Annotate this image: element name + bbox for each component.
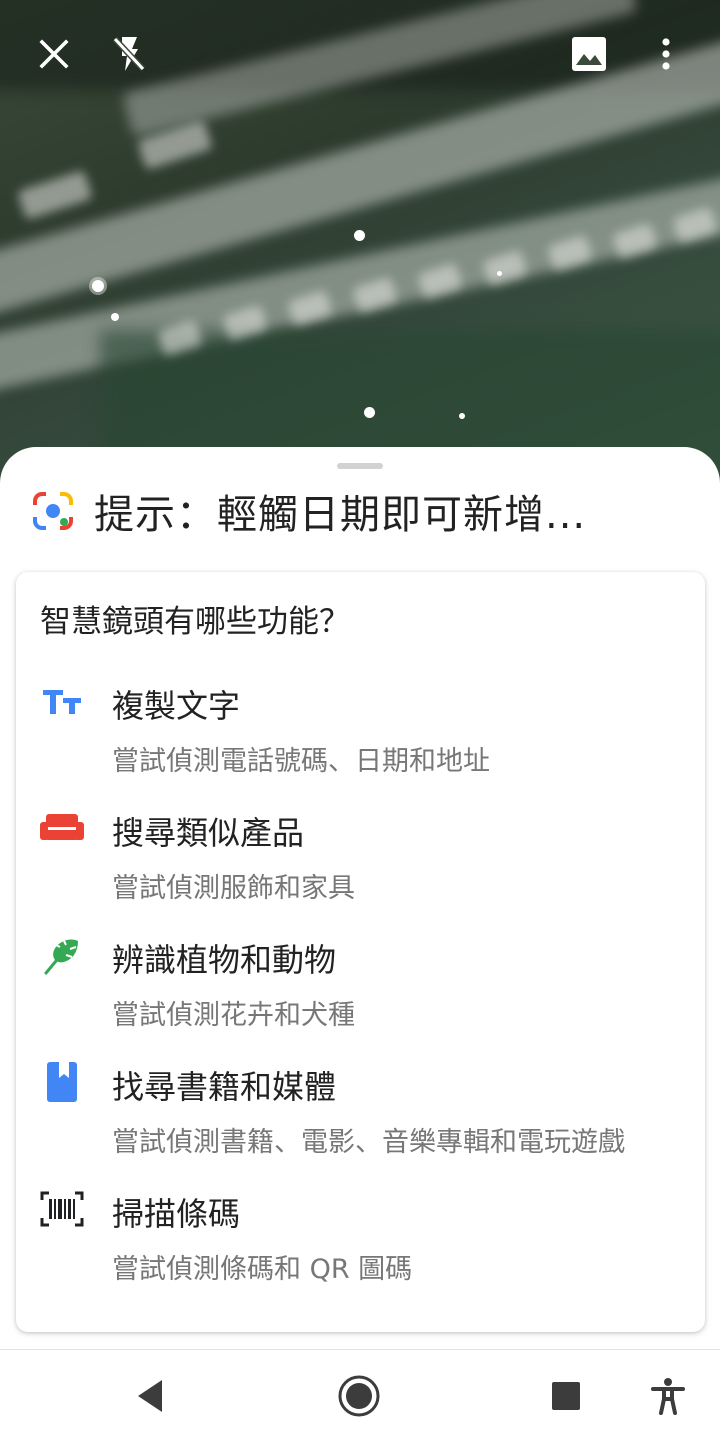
detection-dot [459,413,465,419]
book-icon [38,1058,86,1106]
detection-dot [92,280,104,292]
feature-desc: 嘗試偵測條碼和 QR 圖碼 [112,1254,413,1285]
feature-title: 掃描條碼 [112,1195,241,1233]
leaf-icon [38,931,86,979]
feature-plants-animals[interactable]: 辨識植物和動物 嘗試偵測花卉和犬種 [16,931,705,1041]
accessibility-icon[interactable] [642,1370,694,1422]
camera-viewfinder[interactable] [0,0,720,480]
image-icon[interactable] [565,30,613,78]
sofa-icon [38,804,86,852]
feature-desc: 嘗試偵測花卉和犬種 [112,1000,355,1031]
detection-dot [111,313,119,321]
feature-desc: 嘗試偵測書籍、電影、音樂專輯和電玩遊戲 [112,1127,625,1158]
bottom-sheet[interactable]: 提示：輕觸日期即可新增... 智慧鏡頭有哪些功能？ 複製文字 嘗試偵測電話號碼、… [0,447,720,1349]
feature-title: 找尋書籍和媒體 [112,1068,337,1106]
detection-dot [354,230,365,241]
hint-row[interactable]: 提示：輕觸日期即可新增... [32,481,700,541]
detection-dot [497,271,502,276]
recents-icon[interactable] [540,1370,592,1422]
more-vert-icon[interactable] [642,30,690,78]
feature-desc: 嘗試偵測服飾和家具 [112,873,355,904]
feature-copy-text[interactable]: 複製文字 嘗試偵測電話號碼、日期和地址 [16,677,705,787]
feature-desc: 嘗試偵測電話號碼、日期和地址 [112,746,490,777]
feature-scan-barcode[interactable]: 掃描條碼 嘗試偵測條碼和 QR 圖碼 [16,1185,705,1295]
feature-title: 辨識植物和動物 [112,941,337,979]
text-icon [38,677,86,725]
hint-text: 提示：輕觸日期即可新增... [94,492,587,538]
flash-off-icon[interactable] [105,30,153,78]
barcode-icon [38,1185,86,1233]
feature-books-media[interactable]: 找尋書籍和媒體 嘗試偵測書籍、電影、音樂專輯和電玩遊戲 [16,1058,705,1168]
close-icon[interactable] [30,30,78,78]
navigation-bar [0,1349,720,1440]
detection-dot [364,407,375,418]
drag-handle[interactable] [337,463,383,469]
lens-icon [32,490,74,532]
card-title: 智慧鏡頭有哪些功能？ [40,604,350,640]
feature-title: 搜尋類似產品 [112,814,305,852]
feature-title: 複製文字 [112,687,241,725]
features-card: 智慧鏡頭有哪些功能？ 複製文字 嘗試偵測電話號碼、日期和地址 搜尋類似產品 嘗試… [16,572,705,1332]
back-icon[interactable] [124,1370,176,1422]
home-icon[interactable] [333,1370,385,1422]
feature-similar-products[interactable]: 搜尋類似產品 嘗試偵測服飾和家具 [16,804,705,914]
